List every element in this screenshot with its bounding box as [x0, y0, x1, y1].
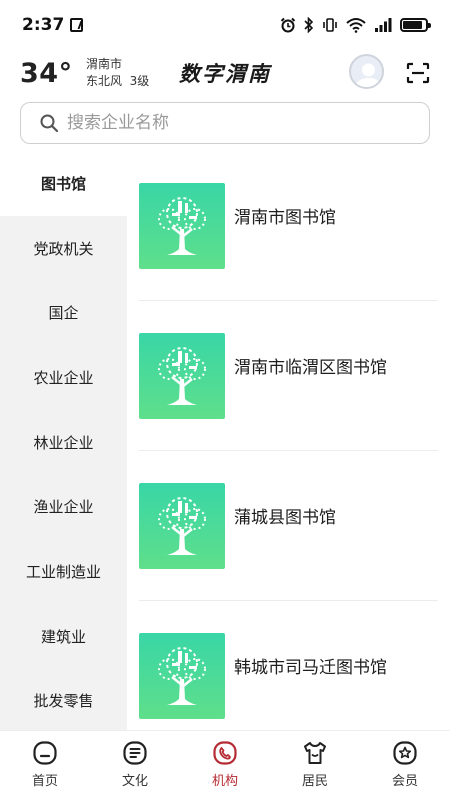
resident-icon: [304, 742, 326, 764]
user-icon: [355, 63, 382, 87]
sidebar-item-construction[interactable]: 建筑业: [0, 604, 127, 669]
header: 34° 渭南市 东北风 3级 数字渭南: [0, 50, 450, 96]
sidebar-item-agriculture[interactable]: 农业企业: [0, 345, 127, 410]
sidebar-item-label: 图书馆: [40, 174, 86, 193]
app-title: 数字渭南: [179, 61, 271, 86]
temperature: 34°: [20, 58, 73, 89]
sidebar-item-forestry[interactable]: 林业企业: [0, 410, 127, 475]
alarm-icon: [280, 17, 296, 33]
status-left: 2:37: [22, 15, 84, 35]
library-tree-icon: [139, 183, 225, 269]
sidebar-item-fishery[interactable]: 渔业企业: [0, 474, 127, 539]
bluetooth-icon: [304, 17, 314, 33]
library-tree-icon: [139, 633, 225, 719]
sidebar-item-label: 批发零售: [33, 692, 94, 711]
sidebar-item-label: 林业企业: [33, 433, 94, 452]
scan-icon: [406, 62, 430, 84]
category-sidebar: 图书馆 党政机关 国企 农业企业 林业企业 渔业企业 工业制造业 建筑业 批发零…: [0, 151, 127, 730]
nfc-icon: [70, 18, 84, 32]
weather-wind: 东北风 3级: [86, 74, 150, 88]
nav-label: 首页: [31, 774, 58, 789]
status-time: 2:37: [22, 15, 65, 35]
organization-name: 渭南市临渭区图书馆: [234, 358, 387, 378]
nav-member[interactable]: 会员: [360, 731, 450, 800]
signal-icon: [375, 18, 392, 32]
organization-name: 蒲城县图书馆: [234, 508, 336, 528]
status-right: [280, 17, 431, 33]
scan-button[interactable]: [403, 58, 433, 88]
weather-info: 渭南市 东北风 3级: [86, 56, 149, 90]
vibrate-icon: [323, 18, 337, 32]
culture-icon: [123, 741, 147, 765]
search-icon: [40, 114, 59, 133]
library-tree-icon: [139, 483, 225, 569]
sidebar-item-label: 渔业企业: [33, 498, 94, 517]
nav-label: 会员: [391, 774, 418, 789]
wifi-icon: [346, 18, 366, 33]
sidebar-item-library[interactable]: 图书馆: [0, 151, 127, 216]
search-input[interactable]: [67, 113, 397, 133]
list-item[interactable]: 蒲城县图书馆: [127, 451, 450, 601]
sidebar-item-retail[interactable]: 批发零售: [0, 669, 127, 731]
member-icon: [393, 741, 417, 765]
sidebar-item-label: 建筑业: [40, 627, 86, 646]
main-content: 图书馆 党政机关 国企 农业企业 林业企业 渔业企业 工业制造业 建筑业 批发零…: [0, 151, 450, 730]
organization-list: 渭南市图书馆 渭南市临渭区图书馆 蒲城县图书馆 韩城市司马迁图书馆: [127, 151, 450, 730]
weather-city: 渭南市: [86, 57, 123, 71]
list-item[interactable]: 韩城市司马迁图书馆: [127, 601, 450, 730]
nav-label: 文化: [121, 774, 148, 789]
sidebar-item-manufacturing[interactable]: 工业制造业: [0, 539, 127, 604]
nav-label: 机构: [211, 774, 238, 789]
library-tree-icon: [139, 333, 225, 419]
sidebar-item-label: 工业制造业: [25, 562, 101, 581]
avatar[interactable]: [349, 54, 384, 89]
list-item[interactable]: 渭南市临渭区图书馆: [127, 301, 450, 451]
search-bar[interactable]: [20, 102, 430, 144]
nav-resident[interactable]: 居民: [270, 731, 360, 800]
sidebar-item-label: 党政机关: [33, 239, 94, 258]
organization-name: 渭南市图书馆: [234, 208, 336, 228]
status-bar: 2:37: [0, 0, 450, 50]
battery-icon: [400, 18, 431, 32]
sidebar-item-state-enterprise[interactable]: 国企: [0, 280, 127, 345]
sidebar-item-label: 农业企业: [33, 368, 94, 387]
nav-label: 居民: [301, 774, 328, 789]
nav-culture[interactable]: 文化: [90, 731, 180, 800]
home-icon: [33, 741, 57, 765]
organization-name: 韩城市司马迁图书馆: [234, 658, 387, 678]
sidebar-item-label: 国企: [48, 304, 79, 323]
sidebar-item-government[interactable]: 党政机关: [0, 216, 127, 281]
institution-icon: [213, 741, 237, 765]
list-item[interactable]: 渭南市图书馆: [127, 151, 450, 301]
bottom-nav: 首页 文化 机构 居民 会员: [0, 730, 450, 800]
nav-institution[interactable]: 机构: [180, 731, 270, 800]
nav-home[interactable]: 首页: [0, 731, 90, 800]
